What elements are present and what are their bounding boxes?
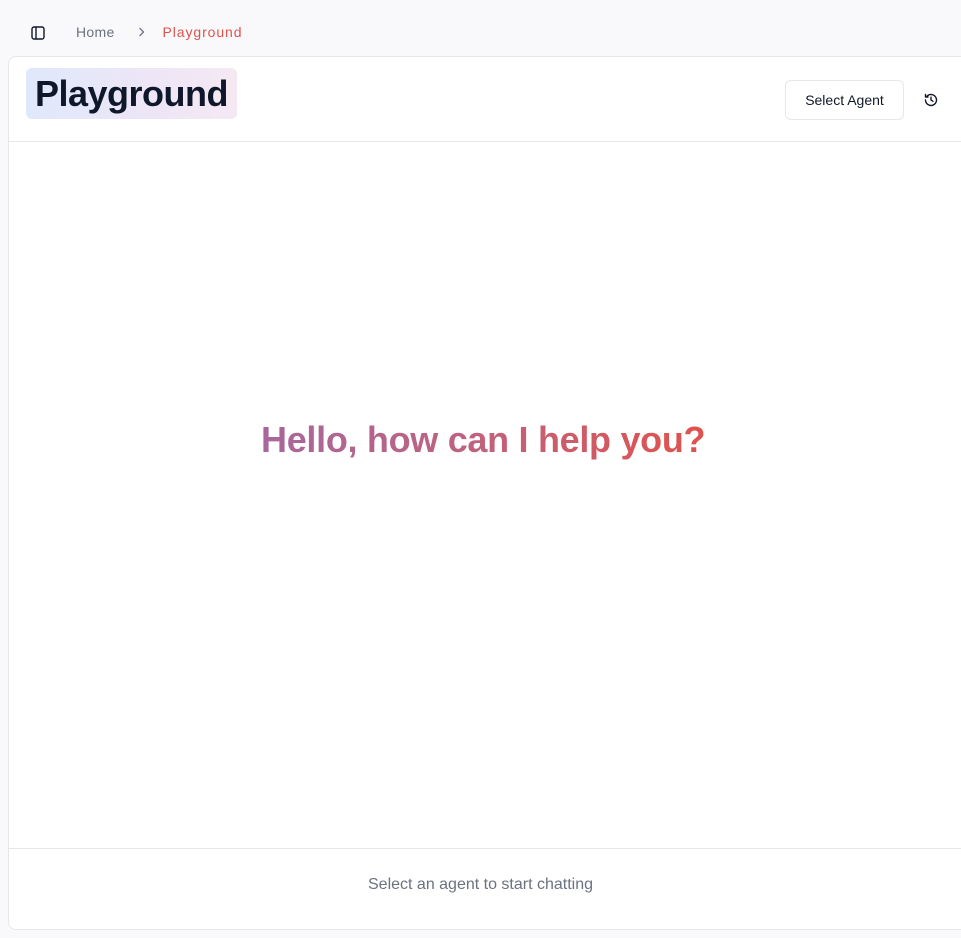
top-bar: Home Playground	[0, 0, 961, 56]
chat-area: Hello, how can I help you?	[9, 143, 961, 848]
playground-panel: Playground Select Agent Hello, how can I…	[8, 56, 961, 930]
history-icon	[924, 93, 938, 107]
panel-left-icon	[31, 26, 45, 40]
greeting-heading: Hello, how can I help you?	[261, 419, 706, 460]
breadcrumb-current-page: Playground	[162, 24, 243, 40]
breadcrumb-home-link[interactable]: Home	[76, 24, 115, 40]
sidebar-toggle-button[interactable]	[26, 21, 50, 45]
history-button[interactable]	[920, 89, 942, 111]
page-title: Playground	[26, 68, 238, 119]
chevron-right-icon	[135, 25, 149, 39]
select-agent-hint: Select an agent to start chatting	[368, 876, 594, 893]
select-agent-button[interactable]: Select Agent	[785, 80, 904, 120]
chat-footer: Select an agent to start chatting	[9, 848, 961, 929]
breadcrumb: Home Playground	[76, 24, 242, 40]
panel-header: Playground Select Agent	[9, 57, 961, 142]
